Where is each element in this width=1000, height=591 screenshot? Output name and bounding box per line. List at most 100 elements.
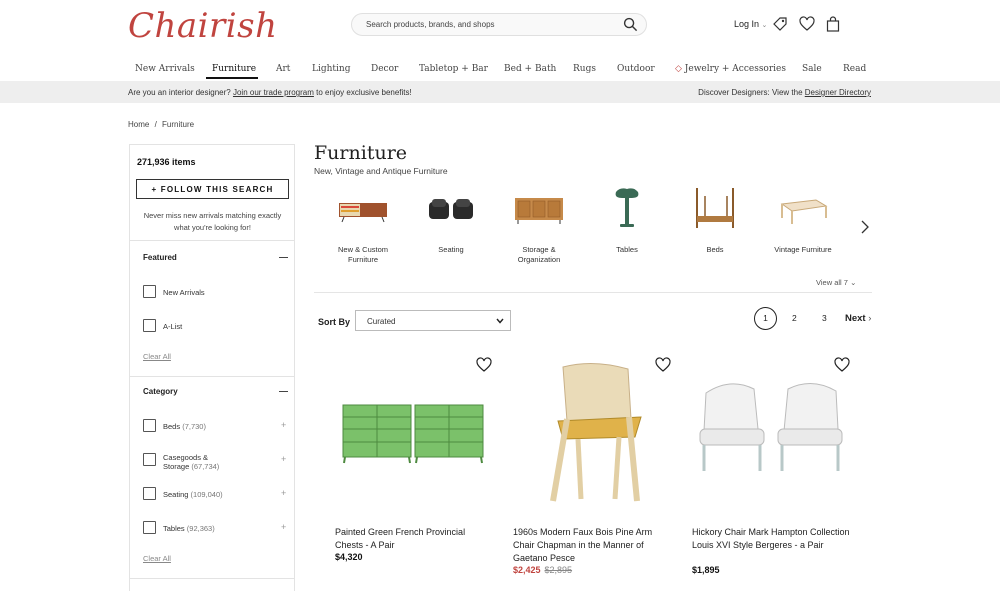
nav-furniture[interactable]: Furniture bbox=[212, 64, 256, 74]
tag-icon[interactable] bbox=[772, 16, 788, 32]
page-3-button[interactable]: 3 bbox=[822, 313, 827, 323]
nav-outdoor[interactable]: Outdoor bbox=[617, 64, 655, 74]
product-title[interactable]: 1960s Modern Faux Bois Pine Arm Chair Ch… bbox=[513, 526, 673, 565]
armchairs-image bbox=[429, 199, 473, 219]
nav-rugs[interactable]: Rugs bbox=[573, 64, 596, 74]
expand-plus-icon[interactable]: + bbox=[281, 454, 286, 464]
diamond-icon: ◇ bbox=[675, 64, 682, 74]
checkbox-beds[interactable] bbox=[143, 419, 156, 432]
expand-plus-icon[interactable]: + bbox=[281, 522, 286, 532]
clear-category-link[interactable]: Clear All bbox=[143, 554, 171, 563]
nav-new-arrivals[interactable]: New Arrivals bbox=[135, 64, 195, 74]
expand-plus-icon[interactable]: + bbox=[281, 488, 286, 498]
next-page-button[interactable]: Next › bbox=[845, 313, 871, 324]
category-label: Beds (7,730) bbox=[163, 422, 206, 431]
divider bbox=[130, 578, 294, 579]
divider bbox=[130, 240, 294, 241]
login-link[interactable]: Log In ⌄ bbox=[734, 19, 767, 29]
checkbox-casegoods-storage[interactable] bbox=[143, 453, 156, 466]
search-bar[interactable] bbox=[351, 13, 647, 36]
category-tile-new-custom[interactable]: New & Custom Furniture bbox=[325, 186, 401, 266]
category-tile-label: Seating bbox=[438, 245, 464, 254]
page-2-button[interactable]: 2 bbox=[792, 313, 797, 323]
view-all-link[interactable]: View all 7 ⌄ bbox=[816, 278, 856, 287]
checkbox-seating[interactable] bbox=[143, 487, 156, 500]
next-label: Next bbox=[845, 313, 866, 324]
collapse-category-icon[interactable] bbox=[279, 391, 288, 392]
main-nav: New Arrivals Furniture Art Lighting Deco… bbox=[128, 58, 872, 80]
chairish-logo[interactable]: Chairish bbox=[128, 6, 278, 46]
checkbox-new-arrivals[interactable] bbox=[143, 285, 156, 298]
nav-jewelry-accessories[interactable]: ◇ Jewelry + Accessories bbox=[675, 64, 786, 74]
category-tile-label: Beds bbox=[706, 245, 724, 254]
sort-value: Curated bbox=[367, 317, 396, 326]
checkbox-label: New Arrivals bbox=[163, 288, 205, 297]
category-tile-tables[interactable]: Tables bbox=[589, 186, 665, 266]
canopy-bed-image bbox=[696, 188, 734, 228]
category-label: Tables (92,363) bbox=[163, 524, 215, 533]
pedestal-table-image bbox=[615, 188, 639, 227]
items-count: 271,936 items bbox=[137, 157, 196, 167]
category-count: (67,734) bbox=[191, 462, 220, 471]
nav-bed-bath[interactable]: Bed + Bath bbox=[504, 64, 556, 74]
checkbox-a-list[interactable] bbox=[143, 319, 156, 332]
category-tile-beds[interactable]: Beds bbox=[677, 186, 753, 266]
breadcrumb-home[interactable]: Home bbox=[128, 120, 149, 129]
chevron-down-icon bbox=[496, 318, 504, 324]
banner-right-prefix: Discover Designers: View the bbox=[698, 88, 803, 97]
nav-sale[interactable]: Sale bbox=[802, 64, 822, 74]
category-tile-vintage[interactable]: Vintage Furniture bbox=[765, 186, 841, 266]
chevron-right-icon[interactable] bbox=[860, 220, 870, 234]
designer-directory-link[interactable]: Designer Directory bbox=[805, 88, 871, 97]
shopping-bag-icon[interactable] bbox=[825, 16, 841, 32]
nav-active-underline bbox=[206, 77, 258, 79]
category-tile-label: Tables bbox=[616, 245, 638, 254]
category-tile-storage[interactable]: Storage & Organization bbox=[501, 186, 577, 266]
nav-tabletop-bar[interactable]: Tabletop + Bar bbox=[419, 64, 488, 74]
breadcrumb: Home / Furniture bbox=[128, 120, 194, 129]
product-title[interactable]: Painted Green French Provincial Chests -… bbox=[335, 526, 495, 552]
product-title[interactable]: Hickory Chair Mark Hampton Collection Lo… bbox=[692, 526, 852, 552]
follow-note: Never miss new arrivals matching exactly… bbox=[143, 211, 282, 232]
breadcrumb-current: Furniture bbox=[162, 120, 195, 129]
chevron-down-icon: ⌄ bbox=[761, 22, 768, 29]
search-input[interactable] bbox=[366, 14, 616, 35]
product-price: $2,425 $2,895 bbox=[513, 565, 572, 575]
designer-directory-text: Discover Designers: View the Designer Di… bbox=[698, 88, 871, 97]
product-card[interactable]: Hickory Chair Mark Hampton Collection Lo… bbox=[692, 357, 862, 587]
filter-sidebar: 271,936 items + FOLLOW THIS SEARCH Never… bbox=[129, 144, 295, 591]
follow-search-button[interactable]: + FOLLOW THIS SEARCH bbox=[136, 179, 289, 199]
trade-program-link[interactable]: Join our trade program bbox=[233, 88, 314, 97]
nav-lighting[interactable]: Lighting bbox=[312, 64, 350, 74]
original-price: $2,895 bbox=[544, 565, 573, 575]
category-label: Seating (109,040) bbox=[163, 490, 223, 499]
trade-program-text: Are you an interior designer? Join our t… bbox=[128, 88, 412, 97]
page-1-button[interactable]: 1 bbox=[754, 307, 777, 330]
breadcrumb-separator: / bbox=[154, 120, 157, 129]
trade-banner: Are you an interior designer? Join our t… bbox=[0, 81, 1000, 103]
category-count: (92,363) bbox=[186, 524, 215, 533]
view-all-label: View all 7 bbox=[816, 278, 848, 287]
category-tile-seating[interactable]: Seating bbox=[413, 186, 489, 266]
nav-read[interactable]: Read bbox=[843, 64, 866, 74]
nav-decor[interactable]: Decor bbox=[371, 64, 398, 74]
divider bbox=[314, 292, 872, 293]
heart-icon[interactable] bbox=[799, 16, 815, 32]
product-card[interactable]: Painted Green French Provincial Chests -… bbox=[335, 357, 505, 587]
product-price: $4,320 bbox=[335, 552, 363, 562]
chevron-down-icon: ⌄ bbox=[850, 278, 857, 287]
checkbox-label: A-List bbox=[163, 322, 183, 331]
sort-dropdown[interactable]: Curated bbox=[355, 310, 511, 331]
category-name: Seating bbox=[163, 490, 189, 499]
nav-art[interactable]: Art bbox=[276, 64, 290, 74]
expand-plus-icon[interactable]: + bbox=[281, 420, 286, 430]
checkbox-tables[interactable] bbox=[143, 521, 156, 534]
product-card[interactable]: 1960s Modern Faux Bois Pine Arm Chair Ch… bbox=[513, 357, 683, 587]
category-count: (109,040) bbox=[190, 490, 223, 499]
search-icon[interactable] bbox=[623, 17, 638, 32]
clear-featured-link[interactable]: Clear All bbox=[143, 352, 171, 361]
credenza-image bbox=[515, 198, 563, 224]
coffee-table-image bbox=[780, 199, 828, 224]
collapse-featured-icon[interactable] bbox=[279, 257, 288, 258]
nav-jewelry-label: Jewelry + Accessories bbox=[684, 64, 786, 74]
